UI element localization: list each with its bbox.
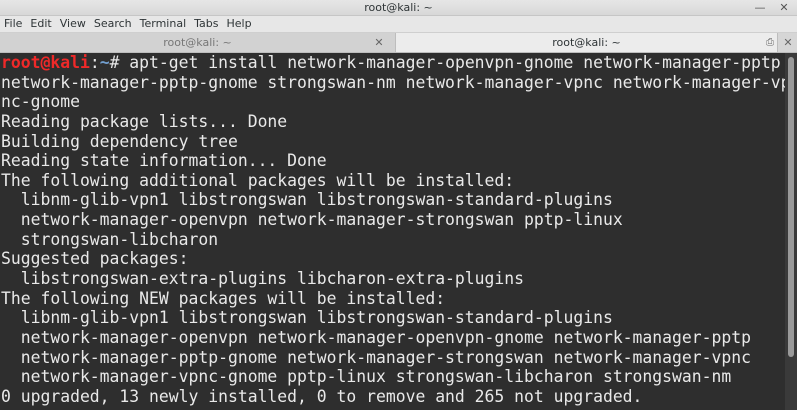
prompt-separator: :	[89, 53, 100, 72]
window-title: root@kali: ~	[364, 1, 433, 14]
output-line: 0 upgraded, 13 newly installed, 0 to rem…	[1, 386, 643, 406]
tab-1-label: root@kali: ~	[163, 36, 232, 49]
menu-help[interactable]: Help	[223, 16, 256, 32]
menu-bar: File Edit View Search Terminal Tabs Help	[0, 16, 797, 33]
menu-tabs[interactable]: Tabs	[190, 16, 222, 32]
tab-2-label: root@kali: ~	[552, 36, 621, 49]
output-line: network-manager-pptp-gnome strongswan-nm…	[1, 72, 785, 92]
menu-file[interactable]: File	[0, 16, 26, 32]
menu-search[interactable]: Search	[90, 16, 136, 32]
prompt-user-host: root@kali	[1, 53, 90, 72]
output-line: Reading state information... Done	[1, 151, 327, 171]
output-line: network-manager-openvpn network-manager-…	[1, 327, 751, 347]
prompt-path: ~	[99, 53, 110, 72]
output-line: strongswan-libcharon	[1, 229, 219, 249]
terminal-scrollbar[interactable]	[785, 53, 797, 410]
tab-1-close-icon[interactable]: ✕	[372, 33, 386, 52]
output-line: libstrongswan-extra-plugins libcharon-ex…	[1, 269, 525, 289]
close-icon[interactable]: ✕	[776, 0, 792, 15]
output-line: network-manager-openvpn network-manager-…	[1, 210, 623, 230]
command-text: apt-get install network-manager-openvpn-…	[119, 53, 781, 72]
output-line: network-manager-vpnc-gnome pptp-linux st…	[1, 367, 732, 387]
terminal-output[interactable]: root@kali:~# apt-get install network-man…	[0, 53, 785, 410]
output-line: The following additional packages will b…	[1, 170, 515, 190]
tab-2-close-icon[interactable]: ✕	[781, 33, 795, 52]
output-line: libnm-glib-vpn1 libstrongswan libstrongs…	[1, 308, 613, 328]
output-line: Reading package lists... Done	[1, 111, 288, 131]
terminal-window: root@kali: ~ — ✕ File Edit View Search T…	[0, 0, 797, 410]
output-line: nc-gnome	[1, 92, 80, 112]
scrollbar-thumb[interactable]	[788, 57, 794, 357]
menu-edit[interactable]: Edit	[26, 16, 55, 32]
tab-bar: root@kali: ~ ✕ root@kali: ~ ⎙ ✕	[0, 33, 797, 53]
prompt-symbol: #	[109, 53, 120, 72]
output-line: network-manager-pptp-gnome network-manag…	[1, 347, 751, 367]
tab-2[interactable]: root@kali: ~	[395, 33, 778, 52]
output-line: libnm-glib-vpn1 libstrongswan libstrongs…	[1, 190, 613, 210]
tab-1[interactable]: root@kali: ~	[0, 33, 395, 52]
output-line: Suggested packages:	[1, 249, 189, 269]
menu-terminal[interactable]: Terminal	[136, 16, 191, 32]
title-bar[interactable]: root@kali: ~ — ✕	[0, 0, 797, 16]
menu-view[interactable]: View	[56, 16, 90, 32]
minimize-icon[interactable]: —	[752, 0, 768, 15]
output-line: The following NEW packages will be insta…	[1, 288, 446, 308]
tab-detach-icon[interactable]: ⎙	[764, 33, 776, 52]
command-line: root@kali:~# apt-get install network-man…	[0, 53, 785, 73]
output-line: Building dependency tree	[1, 131, 238, 151]
